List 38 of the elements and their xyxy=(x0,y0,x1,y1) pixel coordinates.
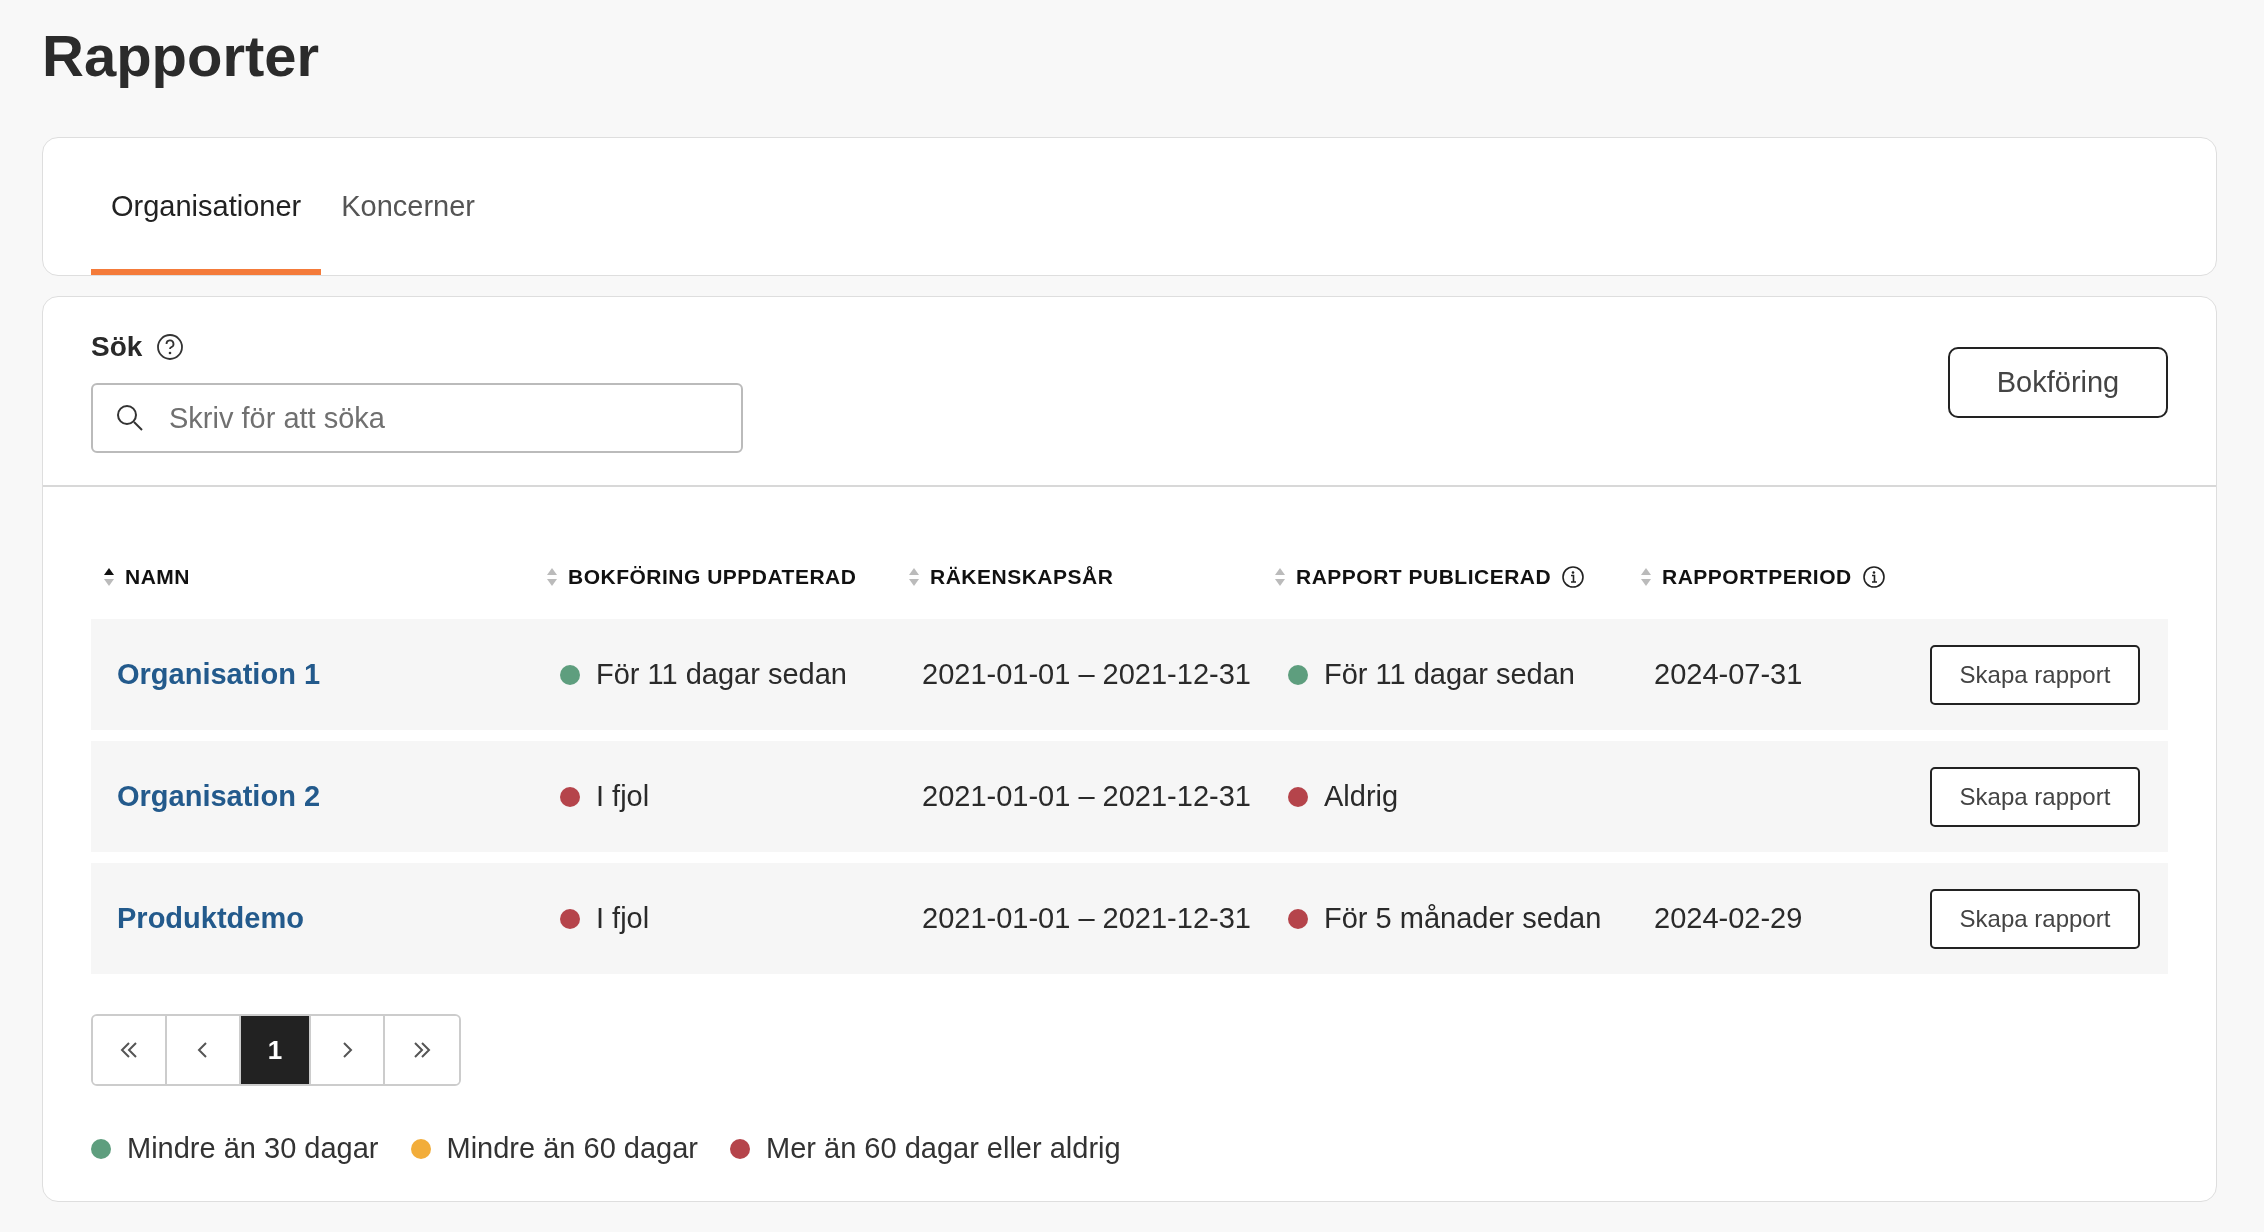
table-cell: 2021-01-01 – 2021-12-31 xyxy=(922,902,1251,934)
table-cell: 2024-02-29 xyxy=(1654,902,1803,934)
legend-label: Mindre än 60 dagar xyxy=(446,1132,698,1165)
table-cell: Aldrig xyxy=(1324,780,1399,813)
page-button[interactable]: 1 xyxy=(241,1016,311,1084)
create-report-button[interactable]: Skapa rapport xyxy=(1930,888,2140,949)
table-cell: I fjol xyxy=(596,902,650,935)
legend-label: Mer än 60 dagar eller aldrig xyxy=(766,1132,1121,1165)
tab[interactable]: Organisationer xyxy=(91,138,322,275)
table-cell: 2024-07-31 xyxy=(1654,658,1803,690)
info-icon[interactable] xyxy=(1561,565,1586,589)
table-cell: 2021-01-01 – 2021-12-31 xyxy=(922,780,1251,812)
first-page-button[interactable] xyxy=(93,1016,167,1084)
column-header[interactable]: RAPPORTPERIOD xyxy=(1662,565,1852,589)
table-cell: I fjol xyxy=(596,780,650,813)
organisation-link[interactable]: Organisation 1 xyxy=(117,658,321,690)
table-cell: För 5 månader sedan xyxy=(1324,902,1602,935)
page-title: Rapporter xyxy=(42,22,321,89)
column-header[interactable]: RÄKENSKAPSÅR xyxy=(930,565,1114,589)
create-report-button[interactable]: Skapa rapport xyxy=(1930,644,2140,705)
sort-icon[interactable] xyxy=(103,566,115,588)
table-cell: För 11 dagar sedan xyxy=(1324,658,1575,691)
column-header[interactable]: BOKFÖRING UPPDATERAD xyxy=(568,565,857,589)
search-label: Sök xyxy=(91,331,143,363)
organisation-link[interactable]: Organisation 2 xyxy=(117,780,321,812)
info-icon[interactable] xyxy=(1861,565,1886,589)
table-cell: För 11 dagar sedan xyxy=(596,658,847,691)
column-header[interactable]: NAMN xyxy=(125,565,190,589)
table-cell: 2021-01-01 – 2021-12-31 xyxy=(922,658,1251,690)
search-field[interactable]: Skriv för att söka xyxy=(91,383,743,453)
legend-label: Mindre än 30 dagar xyxy=(127,1132,379,1165)
search-icon xyxy=(115,403,145,433)
column-header[interactable]: RAPPORT PUBLICERAD xyxy=(1296,565,1552,589)
tab[interactable]: Koncerner xyxy=(321,138,496,275)
organisation-link[interactable]: Produktdemo xyxy=(117,902,304,934)
create-report-button[interactable]: Skapa rapport xyxy=(1930,766,2140,827)
help-icon[interactable] xyxy=(156,333,185,361)
bookkeeping-button[interactable]: Bokföring xyxy=(1948,347,2168,418)
